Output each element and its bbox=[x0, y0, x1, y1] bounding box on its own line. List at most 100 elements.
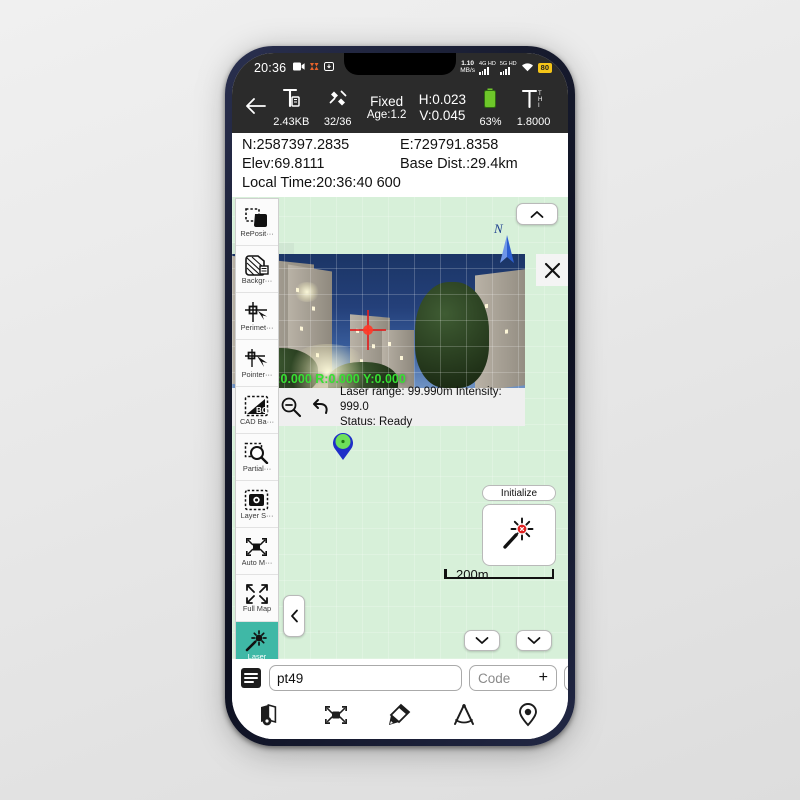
map-canvas[interactable]: N P:0.000 R:0.000 Y:0.000 Laser range: 9… bbox=[232, 197, 568, 659]
data-link-status[interactable]: 2.43KB bbox=[268, 88, 315, 128]
satellite-icon bbox=[327, 88, 349, 115]
precision-status[interactable]: H:0.023 V:0.045 bbox=[413, 92, 472, 123]
list-menu-button[interactable] bbox=[240, 666, 262, 690]
location-pin-icon bbox=[519, 703, 537, 727]
add-code-button[interactable]: Code + bbox=[469, 665, 557, 691]
app-header: 2.43KB 32/36 Fixed Age:1.2 H:0.023 V:0.0… bbox=[232, 83, 568, 133]
tool-cad-background-label: CAD Ba··· bbox=[239, 417, 275, 426]
undo-icon bbox=[313, 399, 328, 415]
tool-perimeter-label: Perimet··· bbox=[240, 323, 274, 332]
laser-status-line2: Status: Ready bbox=[340, 415, 413, 428]
back-arrow-icon[interactable] bbox=[244, 97, 268, 120]
video-recorder-icon bbox=[293, 62, 305, 74]
tool-pointer[interactable]: Pointer··· bbox=[236, 340, 278, 388]
pointer-icon bbox=[245, 348, 268, 367]
map-scale-bar: 200m bbox=[444, 567, 554, 582]
tool-cad-background[interactable]: BG CAD Ba··· bbox=[236, 387, 278, 435]
map-tool-palette: RePosit··· Backgr··· Perimet··· Pointer·… bbox=[235, 198, 279, 659]
laser-status-text: Laser range: 99.990m Intensity: 999.0 St… bbox=[340, 385, 525, 429]
camera-close-button[interactable] bbox=[536, 254, 568, 287]
scale-bar-line bbox=[444, 569, 554, 580]
toolbar-collapse-button[interactable] bbox=[283, 595, 305, 638]
status-battery-badge: 80 bbox=[537, 63, 552, 73]
full-map-icon bbox=[246, 583, 268, 604]
tool-reposition[interactable]: RePosit··· bbox=[236, 199, 278, 247]
tool-background[interactable]: Backgr··· bbox=[236, 246, 278, 294]
phone-frame: 20:36 1.10 MB/s 4G HD 5G HD 80 2.43KB 32… bbox=[225, 46, 575, 746]
coord-elev: Elev:69.8111 bbox=[242, 156, 325, 173]
coord-row-elev: Elev:69.8111 Base Dist.:29.4km bbox=[242, 155, 560, 174]
laser-icon bbox=[245, 630, 267, 652]
tool-auto-move[interactable]: Auto M··· bbox=[236, 528, 278, 576]
reposition-icon bbox=[245, 208, 267, 227]
initialize-panel: Initialize bbox=[482, 485, 556, 567]
map-settings-icon bbox=[261, 703, 277, 726]
vpn-icon bbox=[309, 62, 320, 74]
battery-status[interactable]: 63% bbox=[472, 88, 509, 128]
point-entry-bar: Code + Entity + bbox=[232, 659, 568, 697]
add-entity-button[interactable]: Entity + bbox=[564, 665, 568, 691]
cad-background-icon: BG bbox=[244, 395, 269, 417]
tool-laser-label: Laser bbox=[247, 652, 267, 659]
sim1-signal: 4G HD bbox=[479, 61, 496, 75]
initialize-button[interactable] bbox=[482, 504, 556, 567]
compass-north-indicator: N bbox=[490, 221, 524, 269]
map-chevron-down-b-button[interactable] bbox=[516, 630, 552, 651]
solution-type: Fixed bbox=[370, 93, 404, 109]
tool-layer-settings-label: Layer S··· bbox=[240, 511, 274, 520]
antenna-height-icon: T H I bbox=[521, 88, 547, 115]
precision-h: H:0.023 bbox=[418, 92, 466, 108]
collapse-panel-button[interactable] bbox=[516, 203, 558, 226]
data-link-value: 2.43KB bbox=[273, 116, 310, 128]
coord-north: N:2587397.2835 bbox=[242, 137, 350, 153]
coord-row-time: Local Time:20:36:40 600 bbox=[242, 174, 560, 193]
position-marker-icon[interactable] bbox=[330, 429, 356, 461]
nav-divider-compass-button[interactable] bbox=[444, 700, 484, 730]
tool-laser[interactable]: Laser bbox=[236, 622, 278, 659]
nav-edit-button[interactable] bbox=[380, 700, 420, 730]
camera-pry-overlay: P:0.000 R:0.000 Y:0.000 bbox=[268, 372, 406, 387]
tool-reposition-label: RePosit··· bbox=[240, 229, 274, 238]
initialize-label[interactable]: Initialize bbox=[482, 485, 556, 502]
satellite-value: 32/36 bbox=[323, 116, 352, 128]
auto-move-icon bbox=[246, 537, 267, 556]
battery-icon bbox=[483, 88, 497, 115]
net-speed-unit: MB/s bbox=[460, 67, 476, 74]
zoom-out-button[interactable] bbox=[280, 396, 302, 418]
rover-antenna-icon bbox=[281, 88, 301, 115]
nav-map-settings-button[interactable] bbox=[252, 700, 292, 730]
code-plus-icon: + bbox=[538, 669, 548, 686]
battery-value: 63% bbox=[479, 116, 502, 128]
coord-local-time: Local Time:20:36:40 600 bbox=[242, 175, 401, 192]
laser-status-line1: Laser range: 99.990m Intensity: 999.0 bbox=[340, 386, 502, 414]
satellite-status[interactable]: 32/36 bbox=[315, 88, 361, 128]
point-name-input[interactable] bbox=[269, 665, 462, 691]
nav-location-pin-button[interactable] bbox=[508, 700, 548, 730]
code-label: Code bbox=[478, 670, 511, 686]
wifi-icon bbox=[521, 62, 534, 75]
bottom-navigation-bar bbox=[232, 697, 568, 739]
tool-auto-move-label: Auto M··· bbox=[241, 558, 273, 567]
precision-v: V:0.045 bbox=[419, 108, 466, 123]
antenna-height-value: 1.8000 bbox=[516, 116, 551, 128]
phone-screen: 20:36 1.10 MB/s 4G HD 5G HD 80 2.43KB 32… bbox=[232, 53, 568, 739]
tool-perimeter[interactable]: Perimet··· bbox=[236, 293, 278, 341]
map-chevron-down-a-button[interactable] bbox=[464, 630, 500, 651]
laser-wand-icon bbox=[503, 517, 534, 550]
tool-background-label: Backgr··· bbox=[241, 276, 273, 285]
net-speed-indicator: 1.10 MB/s bbox=[460, 60, 476, 75]
nav-auto-measure-button[interactable] bbox=[316, 700, 356, 730]
tool-layer-settings[interactable]: Layer S··· bbox=[236, 481, 278, 529]
chevron-down-icon bbox=[475, 637, 489, 644]
tool-partial-zoom-label: Partial··· bbox=[242, 464, 272, 473]
antenna-height-status[interactable]: T H I 1.8000 bbox=[509, 88, 558, 128]
undo-button[interactable] bbox=[310, 397, 332, 417]
divider-compass-icon bbox=[454, 704, 474, 725]
tool-full-map[interactable]: Full Map bbox=[236, 575, 278, 623]
tool-partial-zoom[interactable]: Partial··· bbox=[236, 434, 278, 482]
close-icon bbox=[544, 262, 560, 278]
chevron-left-icon bbox=[290, 609, 298, 623]
solution-status[interactable]: Fixed Age:1.2 bbox=[360, 94, 412, 123]
tree-right bbox=[415, 282, 489, 389]
chevron-down-icon bbox=[527, 637, 541, 644]
